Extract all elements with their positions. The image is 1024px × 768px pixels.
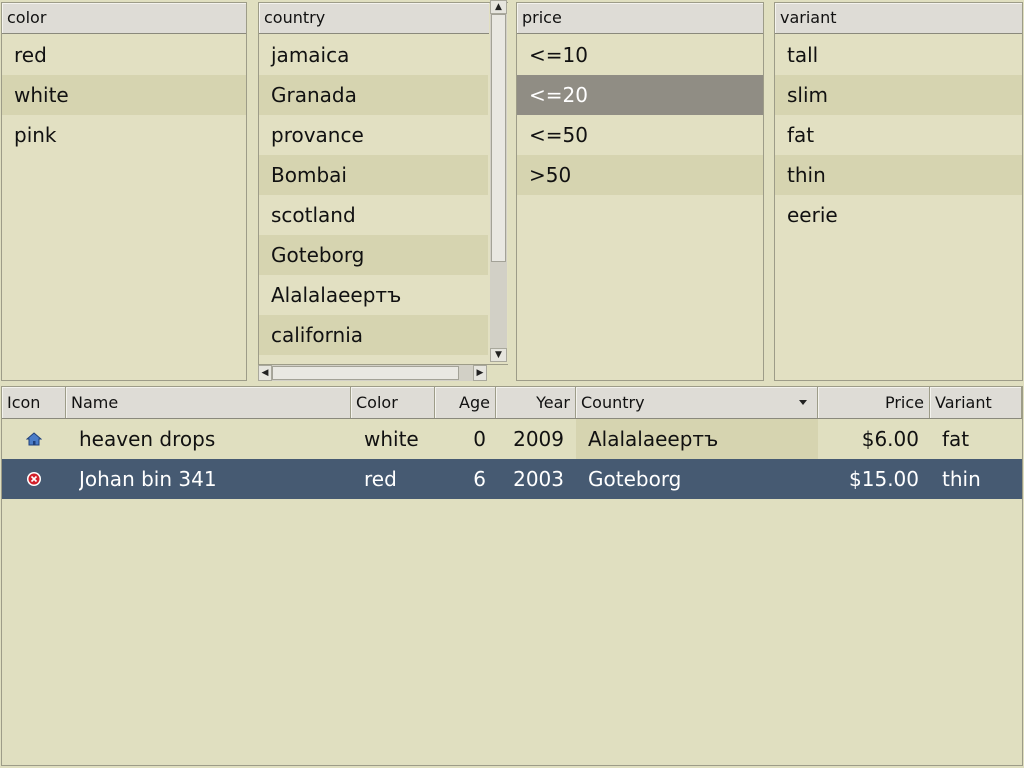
column-header-color[interactable]: Color	[351, 387, 435, 418]
sort-descending-icon	[799, 400, 807, 405]
variant-filter-list: tall slim fat thin eerie	[775, 35, 1022, 380]
price-filter-pane: price <=10 <=20 <=50 >50	[516, 2, 764, 381]
error-icon	[27, 472, 41, 486]
variant-filter-item[interactable]: slim	[775, 75, 1022, 115]
horizontal-scroll-thumb[interactable]	[272, 366, 459, 380]
price-filter-item[interactable]: >50	[517, 155, 763, 195]
price-filter-header[interactable]: price	[517, 3, 763, 34]
color-filter-item[interactable]: white	[2, 75, 246, 115]
color-cell: red	[364, 467, 397, 491]
age-cell: 0	[473, 427, 486, 451]
vertical-scroll-track[interactable]	[490, 14, 507, 348]
country-filter-item[interactable]: Goteborg	[259, 235, 488, 275]
country-filter-pane: country jamaica Granada provance Bombai …	[258, 2, 508, 365]
price-filter-item-selected[interactable]: <=20	[517, 75, 763, 115]
variant-filter-item[interactable]: fat	[775, 115, 1022, 155]
column-header-name[interactable]: Name	[66, 387, 351, 418]
scroll-down-arrow-icon[interactable]: ▼	[490, 348, 507, 362]
scroll-up-arrow-icon[interactable]: ▲	[490, 0, 507, 14]
vertical-scroll-thumb[interactable]	[491, 14, 506, 262]
column-header-age[interactable]: Age	[435, 387, 496, 418]
table-row-selected[interactable]: Johan bin 341 red 6 2003 Goteborg $15.00…	[2, 459, 1022, 499]
country-cell: Goteborg	[588, 467, 682, 491]
table-row[interactable]: heaven drops white 0 2009 Alalalaeертъ $…	[2, 419, 1022, 459]
variant-filter-pane: variant tall slim fat thin eerie	[774, 2, 1023, 381]
color-cell: white	[364, 427, 419, 451]
variant-cell: fat	[942, 427, 970, 451]
age-cell: 6	[473, 467, 486, 491]
country-filter-item[interactable]: california	[259, 315, 488, 355]
column-header-country-label: Country	[581, 393, 645, 412]
country-filter-item[interactable]: Bombai	[259, 155, 488, 195]
results-table: Icon Name Color Age Year Country Price V…	[1, 386, 1023, 766]
name-cell: heaven drops	[79, 427, 216, 451]
country-filter-item[interactable]: Alalalaeертъ	[259, 275, 488, 315]
color-filter-list: red white pink	[2, 35, 246, 380]
column-header-year[interactable]: Year	[496, 387, 576, 418]
color-filter-header[interactable]: color	[2, 3, 246, 34]
icon-cell	[2, 459, 66, 499]
scroll-left-arrow-icon[interactable]: ◀	[258, 365, 272, 381]
color-filter-item[interactable]: pink	[2, 115, 246, 155]
variant-filter-header[interactable]: variant	[775, 3, 1022, 34]
country-horizontal-scrollbar[interactable]: ◀ ▶	[258, 365, 487, 381]
column-header-price[interactable]: Price	[818, 387, 930, 418]
variant-filter-item[interactable]: tall	[775, 35, 1022, 75]
scroll-right-arrow-icon[interactable]: ▶	[473, 365, 487, 381]
country-filter-item[interactable]: jamaica	[259, 35, 488, 75]
country-filter-item[interactable]: scotland	[259, 195, 488, 235]
name-cell: Johan bin 341	[79, 467, 217, 491]
country-filter-item[interactable]: provance	[259, 115, 488, 155]
variant-filter-item[interactable]: thin	[775, 155, 1022, 195]
column-header-icon[interactable]: Icon	[2, 387, 66, 418]
variant-filter-item[interactable]: eerie	[775, 195, 1022, 235]
price-cell: $6.00	[861, 427, 919, 451]
country-cell: Alalalaeертъ	[576, 419, 818, 459]
country-filter-item[interactable]: Granada	[259, 75, 488, 115]
variant-cell: thin	[942, 467, 981, 491]
price-cell: $15.00	[849, 467, 919, 491]
icon-cell	[2, 419, 66, 459]
price-filter-item[interactable]: <=10	[517, 35, 763, 75]
column-header-variant[interactable]: Variant	[930, 387, 1022, 418]
home-icon	[26, 432, 42, 446]
column-header-country[interactable]: Country	[576, 387, 818, 418]
year-cell: 2003	[513, 467, 564, 491]
year-cell: 2009	[513, 427, 564, 451]
price-filter-item[interactable]: <=50	[517, 115, 763, 155]
country-vertical-scrollbar[interactable]: ▲ ▼	[490, 0, 507, 362]
price-filter-list: <=10 <=20 <=50 >50	[517, 35, 763, 380]
country-filter-list: jamaica Granada provance Bombai scotland…	[259, 35, 488, 364]
color-filter-item[interactable]: red	[2, 35, 246, 75]
table-header: Icon Name Color Age Year Country Price V…	[2, 387, 1022, 419]
country-filter-header[interactable]: country	[259, 3, 489, 34]
color-filter-pane: color red white pink	[1, 2, 247, 381]
